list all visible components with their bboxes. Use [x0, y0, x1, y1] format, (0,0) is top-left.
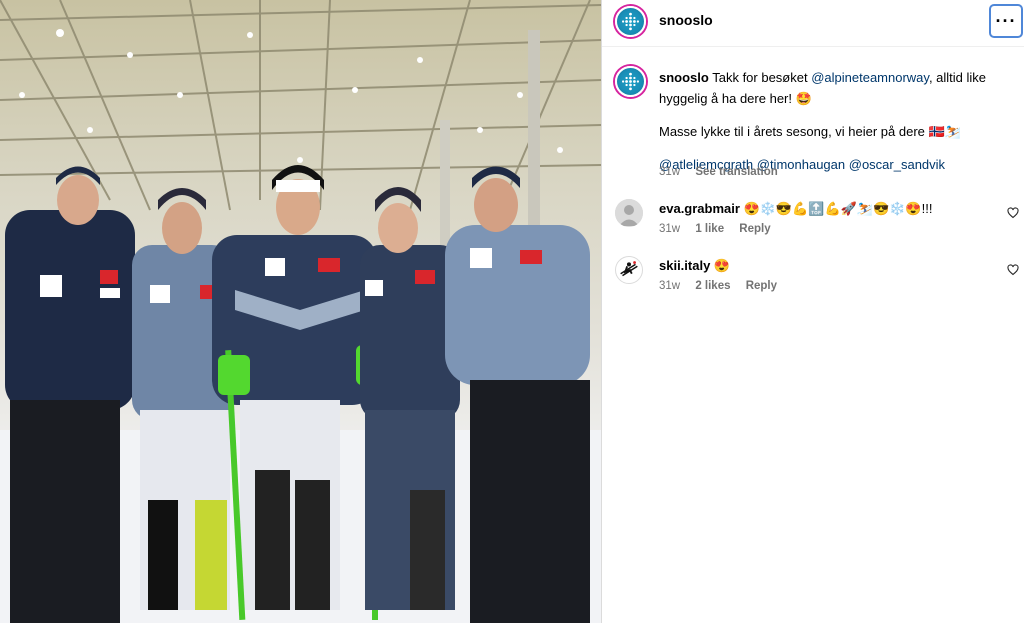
reply-button[interactable]: Reply	[746, 280, 777, 292]
comment-meta: 31w 2 likes Reply	[659, 280, 789, 292]
reply-button[interactable]: Reply	[739, 223, 770, 235]
comment-avatar[interactable]	[615, 256, 643, 284]
post-photo[interactable]	[0, 0, 601, 623]
post-photo-image	[0, 0, 601, 623]
comment-avatar[interactable]	[615, 199, 643, 227]
comment-text: 😍❄️😎💪🔝💪🚀⛷️😎❄️😍!!!	[739, 201, 933, 216]
mention-link[interactable]: @oscar_sandvik	[849, 157, 945, 172]
caption-line-1: snooslo Takk for besøket @alpineteamnorw…	[659, 67, 1021, 109]
caption-avatar[interactable]	[615, 66, 646, 97]
comment-meta: 31w 1 like Reply	[659, 223, 783, 235]
caption-line-2: Masse lykke til i årets sesong, vi heier…	[659, 124, 961, 139]
comment-username[interactable]: eva.grabmair	[659, 201, 740, 216]
post-header: snooslo ···	[602, 0, 1024, 47]
snowflake-logo-icon	[621, 12, 640, 31]
comment-body: skii.italy 😍	[659, 257, 989, 275]
post-detail-panel: snooslo ··· snooslo Takk for besøket @al…	[601, 0, 1024, 623]
caption-meta: 31w See translation	[659, 166, 790, 178]
mention-link[interactable]: @alpineteamnorway	[811, 70, 929, 85]
snowflake-logo-icon	[621, 72, 640, 91]
caption-text-1: Takk for besøket	[708, 70, 812, 85]
comment-body: eva.grabmair 😍❄️😎💪🔝💪🚀⛷️😎❄️😍!!!	[659, 200, 989, 218]
see-translation-button[interactable]: See translation	[695, 166, 777, 178]
heart-icon[interactable]	[1007, 264, 1019, 276]
skier-logo-icon	[616, 257, 640, 281]
comment-likes-count[interactable]: 1 like	[695, 223, 724, 235]
caption-username[interactable]: snooslo	[659, 70, 709, 85]
caption-timestamp[interactable]: 31w	[659, 166, 680, 178]
comment-timestamp[interactable]: 31w	[659, 223, 680, 235]
comment-timestamp[interactable]: 31w	[659, 280, 680, 292]
more-horizontal-icon: ···	[995, 10, 1017, 31]
comment-text: 😍	[710, 258, 731, 273]
heart-icon[interactable]	[1007, 207, 1019, 219]
account-avatar[interactable]	[615, 6, 646, 37]
default-user-icon	[615, 199, 643, 227]
header-username[interactable]: snooslo	[659, 12, 713, 28]
comment-username[interactable]: skii.italy	[659, 258, 710, 273]
more-options-button[interactable]: ···	[989, 4, 1023, 38]
comment-likes-count[interactable]: 2 likes	[695, 280, 730, 292]
